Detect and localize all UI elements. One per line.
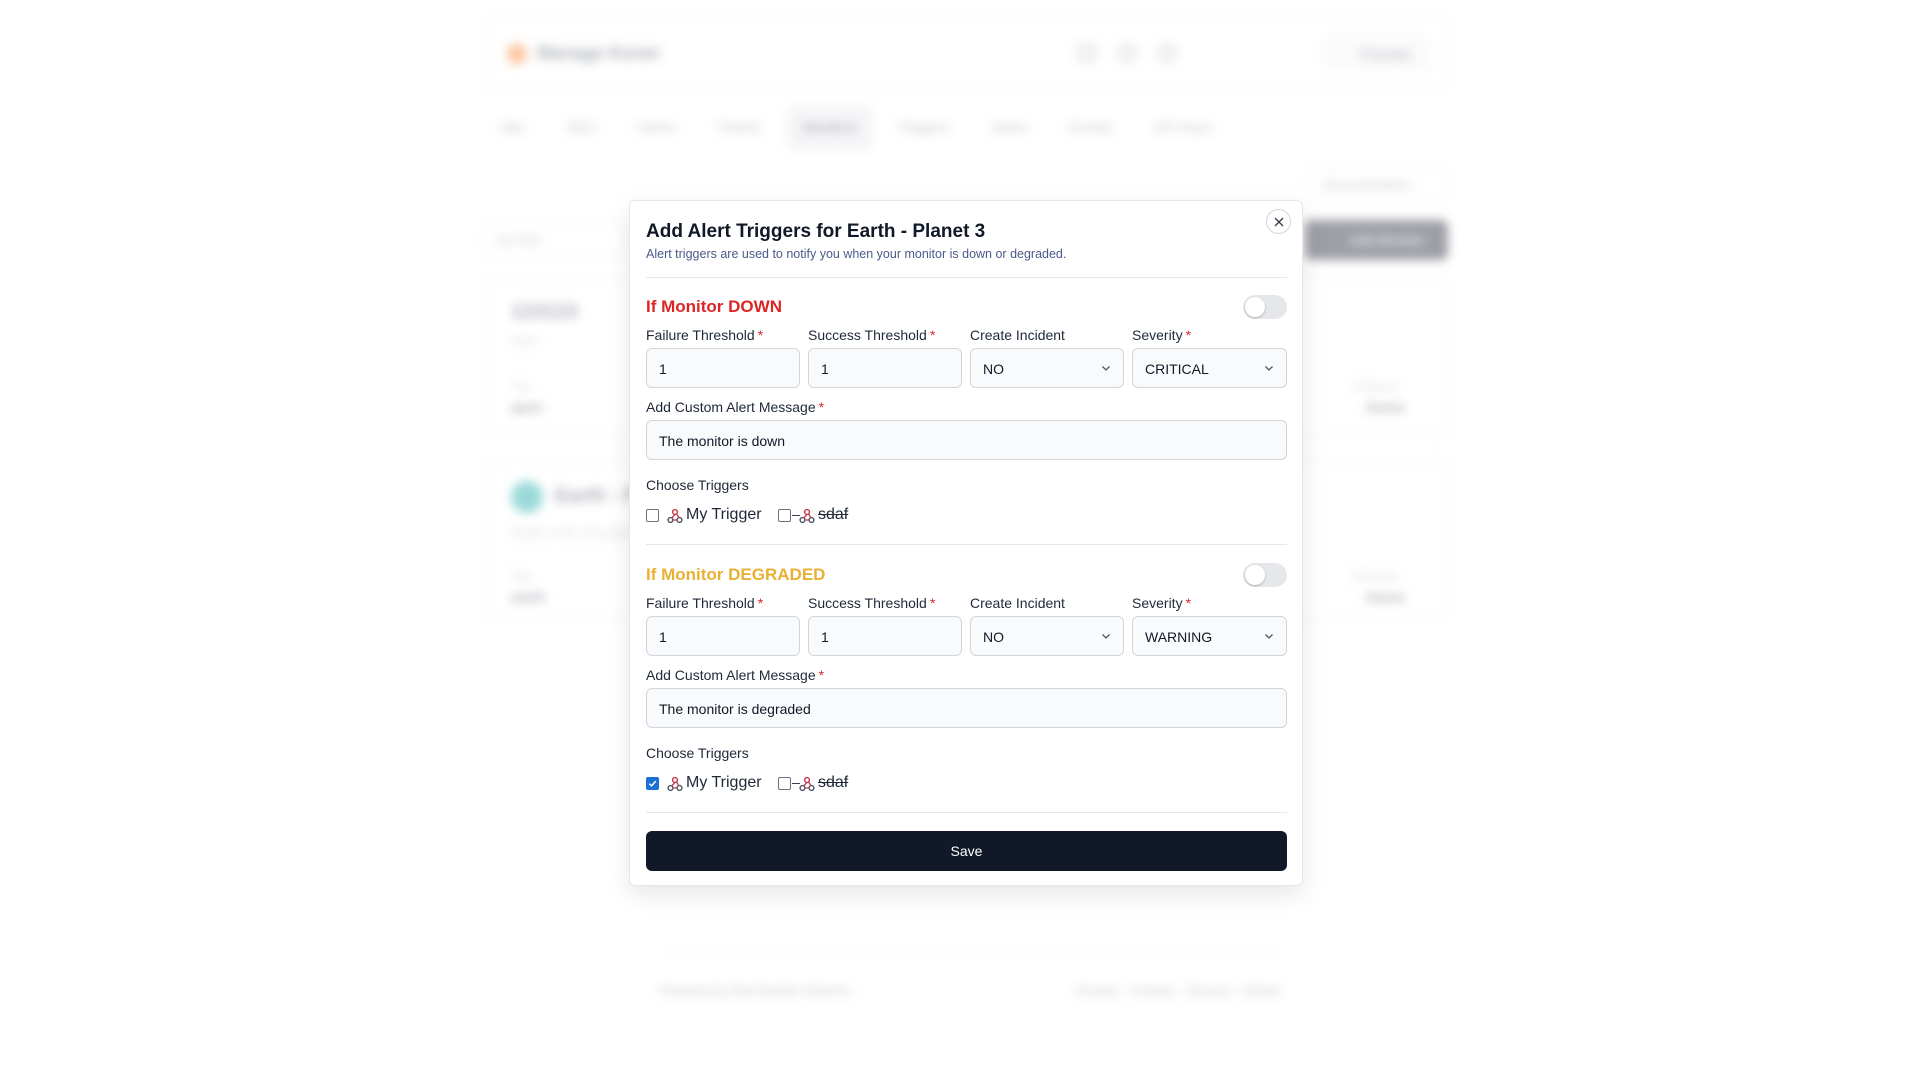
toggle-knob: [1245, 297, 1265, 317]
create-incident-select[interactable]: NO: [970, 616, 1124, 656]
field-label: Create Incident: [970, 595, 1065, 611]
field-label: Success Threshold: [808, 595, 927, 611]
select-value: NO: [983, 361, 1004, 377]
required-marker: *: [929, 327, 936, 343]
trigger-checkbox[interactable]: [778, 777, 791, 790]
create-incident-select[interactable]: NO: [970, 348, 1124, 388]
trigger-list: My Trigger sdaf: [646, 504, 1287, 528]
severity-select[interactable]: WARNING: [1132, 616, 1287, 656]
severity-field: Severity * WARNING: [1132, 595, 1287, 656]
toggle-knob: [1245, 565, 1265, 585]
success-threshold-field: Success Threshold * 1: [808, 327, 962, 388]
dialog-description: Alert triggers are used to notify you wh…: [646, 247, 1067, 261]
monitor-down-section: If Monitor DOWN Failure Threshold * 1 Suc…: [646, 295, 1287, 547]
custom-message-field: Add Custom Alert Message * The monitor is…: [646, 667, 1287, 728]
trigger-checkbox[interactable]: [646, 509, 659, 522]
severity-select[interactable]: CRITICAL: [1132, 348, 1287, 388]
select-value: WARNING: [1145, 629, 1213, 645]
required-marker: *: [818, 667, 825, 683]
failure-threshold-input[interactable]: 1: [646, 616, 800, 656]
custom-message-input[interactable]: The monitor is down: [646, 420, 1287, 460]
field-label: Severity: [1132, 327, 1183, 343]
field-label: Add Custom Alert Message: [646, 667, 816, 683]
chevron-down-icon: [1265, 634, 1273, 639]
trigger-name: My Trigger: [686, 774, 762, 791]
field-label: Severity: [1132, 595, 1183, 611]
alert-triggers-dialog: Add Alert Triggers for Earth - Planet 3 …: [629, 200, 1303, 886]
required-marker: *: [1185, 327, 1192, 343]
failure-threshold-field: Failure Threshold * 1: [646, 327, 800, 388]
field-label: Add Custom Alert Message: [646, 399, 816, 415]
custom-message-field: Add Custom Alert Message * The monitor is…: [646, 399, 1287, 460]
required-marker: *: [1185, 595, 1192, 611]
choose-triggers-label: Choose Triggers: [646, 477, 749, 493]
required-marker: *: [757, 327, 764, 343]
chevron-down-icon: [1102, 634, 1110, 639]
trigger-name: sdaf: [818, 506, 849, 523]
webhook-icon: [799, 508, 815, 524]
save-button[interactable]: Save: [646, 831, 1287, 871]
severity-field: Severity * CRITICAL: [1132, 327, 1287, 388]
trigger-name: sdaf: [818, 774, 849, 791]
required-marker: *: [818, 399, 825, 415]
divider: [646, 277, 1287, 278]
required-marker: *: [929, 595, 936, 611]
webhook-icon: [667, 508, 683, 524]
checkmark-icon: [648, 780, 657, 787]
field-label: Create Incident: [970, 327, 1065, 343]
webhook-icon: [799, 776, 815, 792]
select-value: CRITICAL: [1145, 361, 1209, 377]
chevron-down-icon: [1102, 366, 1110, 371]
chevron-down-icon: [1265, 366, 1273, 371]
field-label: Failure Threshold: [646, 327, 755, 343]
section-title: If Monitor DOWN: [646, 297, 782, 316]
divider: [646, 544, 1287, 545]
failure-threshold-input[interactable]: 1: [646, 348, 800, 388]
success-threshold-field: Success Threshold * 1: [808, 595, 962, 656]
choose-triggers-label: Choose Triggers: [646, 745, 749, 761]
trigger-name: My Trigger: [686, 506, 762, 523]
trigger-list: My Trigger sdaf: [646, 772, 1287, 796]
trigger-checkbox[interactable]: [646, 777, 659, 790]
webhook-icon: [667, 776, 683, 792]
enable-toggle[interactable]: [1243, 563, 1287, 587]
trigger-checkbox[interactable]: [778, 509, 791, 522]
enable-toggle[interactable]: [1243, 295, 1287, 319]
failure-threshold-field: Failure Threshold * 1: [646, 595, 800, 656]
field-label: Success Threshold: [808, 327, 927, 343]
create-incident-field: Create Incident NO: [970, 327, 1124, 388]
required-marker: *: [757, 595, 764, 611]
section-title: If Monitor DEGRADED: [646, 565, 826, 584]
monitor-degraded-section: If Monitor DEGRADED Failure Threshold * 1…: [646, 563, 1287, 815]
custom-message-input[interactable]: The monitor is degraded: [646, 688, 1287, 728]
dialog-title: Add Alert Triggers for Earth - Planet 3: [646, 221, 986, 242]
close-icon: [1274, 217, 1283, 226]
success-threshold-input[interactable]: 1: [808, 616, 962, 656]
field-label: Failure Threshold: [646, 595, 755, 611]
close-button[interactable]: [1266, 209, 1291, 234]
create-incident-field: Create Incident NO: [970, 595, 1124, 656]
select-value: NO: [983, 629, 1004, 645]
divider: [646, 812, 1287, 813]
success-threshold-input[interactable]: 1: [808, 348, 962, 388]
